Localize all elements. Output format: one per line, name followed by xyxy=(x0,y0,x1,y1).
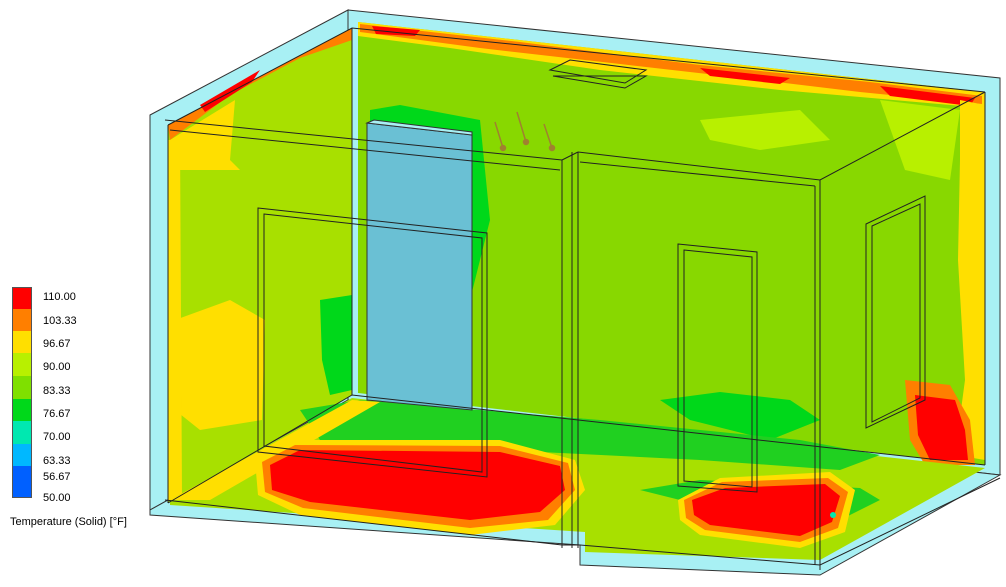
legend-swatch-63 xyxy=(12,444,32,466)
legend-swatch-76 xyxy=(12,399,32,421)
legend-swatch-103 xyxy=(12,309,32,331)
legend-swatch-70 xyxy=(12,421,32,444)
temperature-legend: 110.00 103.33 96.67 90.00 83.33 76.67 70… xyxy=(8,285,158,535)
legend-tick: 103.33 xyxy=(43,315,77,327)
legend-tick: 110.00 xyxy=(43,291,76,303)
legend-swatch-90 xyxy=(12,353,32,376)
legend-swatch-56 xyxy=(12,466,32,498)
legend-tick: 70.00 xyxy=(43,431,71,443)
legend-swatch-110 xyxy=(12,287,32,309)
legend-tick: 50.00 xyxy=(43,492,71,504)
legend-tick: 83.33 xyxy=(43,385,71,397)
legend-swatch-83 xyxy=(12,376,32,399)
legend-tick: 56.67 xyxy=(43,471,71,483)
door xyxy=(365,119,473,411)
legend-tick: 76.67 xyxy=(43,408,71,420)
legend-title: Temperature (Solid) [°F] xyxy=(10,516,127,528)
legend-tick: 90.00 xyxy=(43,361,71,373)
legend-swatch-96 xyxy=(12,331,32,353)
legend-tick: 63.33 xyxy=(43,455,71,467)
legend-tick: 96.67 xyxy=(43,338,71,350)
